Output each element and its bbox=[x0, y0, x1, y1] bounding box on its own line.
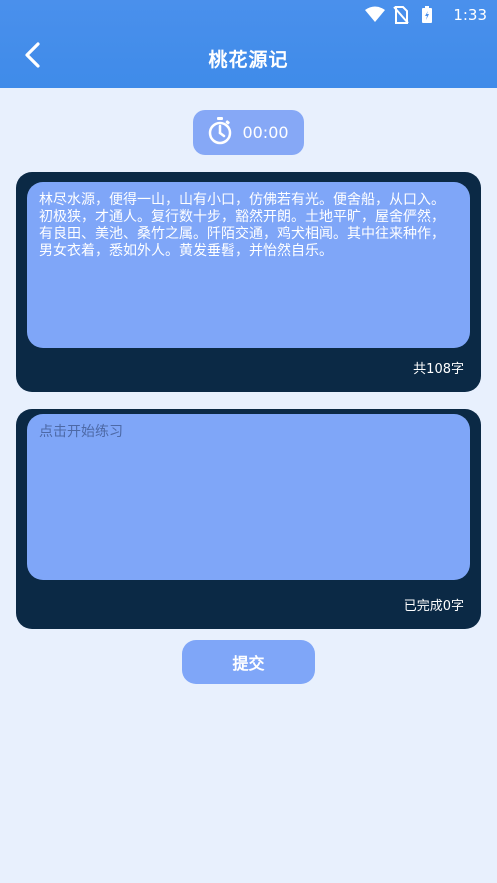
timer-display: 00:00 bbox=[193, 110, 304, 155]
practice-char-count: 已完成0字 bbox=[403, 599, 464, 614]
source-char-count: 共108字 bbox=[413, 362, 464, 377]
top-app-bar: 1:33 桃花源记 bbox=[0, 0, 497, 88]
timer-value: 00:00 bbox=[242, 123, 289, 142]
wifi-icon bbox=[365, 6, 386, 24]
practice-panel: 点击开始练习 已完成0字 bbox=[16, 409, 481, 629]
submit-button[interactable]: 提交 bbox=[182, 640, 315, 684]
status-time: 1:33 bbox=[453, 6, 487, 24]
status-bar: 1:33 bbox=[365, 4, 487, 26]
stopwatch-icon bbox=[208, 116, 232, 149]
source-text-box: 林尽水源，便得一山，山有小口，仿佛若有光。便舍船，从口入。初极狭，才通人。复行数… bbox=[27, 182, 470, 348]
battery-charging-icon bbox=[421, 6, 441, 24]
source-text: 林尽水源，便得一山，山有小口，仿佛若有光。便舍船，从口入。初极狭，才通人。复行数… bbox=[39, 192, 445, 259]
source-text-panel: 林尽水源，便得一山，山有小口，仿佛若有光。便舍船，从口入。初极狭，才通人。复行数… bbox=[16, 172, 481, 392]
practice-input[interactable]: 点击开始练习 bbox=[27, 414, 470, 580]
no-sim-icon bbox=[393, 6, 413, 24]
practice-placeholder: 点击开始练习 bbox=[39, 424, 123, 440]
page-title: 桃花源记 bbox=[208, 49, 289, 71]
